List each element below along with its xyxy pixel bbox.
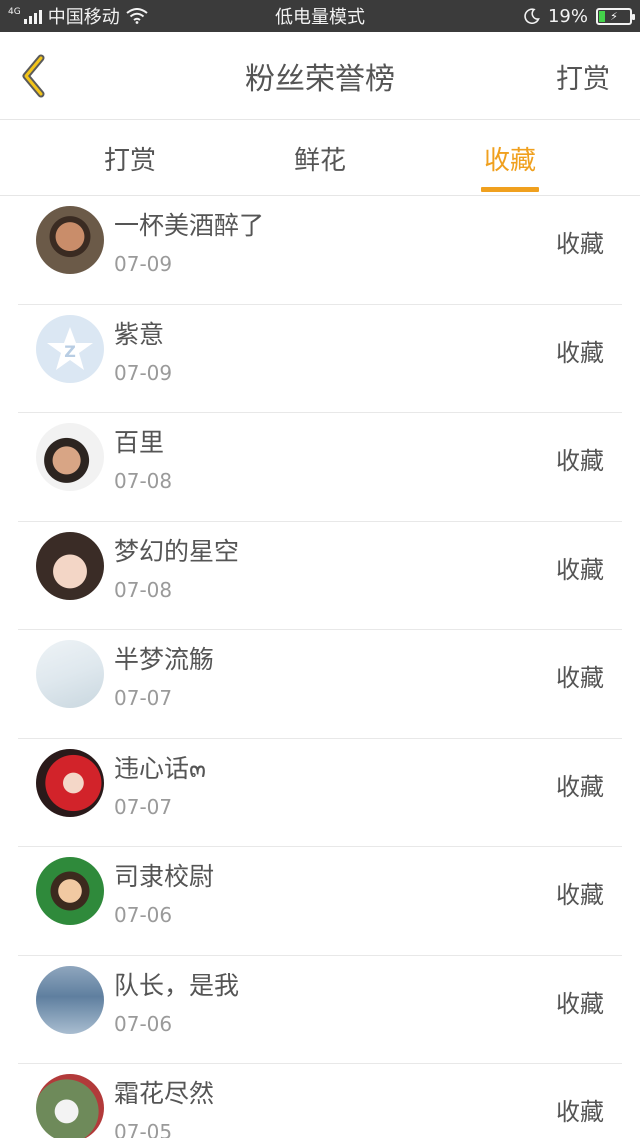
list-item[interactable]: 梦幻的星空 07-08 收藏	[0, 522, 640, 631]
action-label: 收藏	[556, 338, 604, 367]
favorite-date: 07-09	[114, 360, 173, 385]
user-name: 半梦流觞	[114, 645, 215, 674]
status-bar-right: 19% ⚡	[524, 0, 635, 32]
action-label: 收藏	[556, 555, 604, 584]
tab-favorites[interactable]: 收藏	[450, 121, 570, 196]
action-label: 收藏	[556, 447, 604, 475]
svg-text:Z: Z	[64, 342, 76, 361]
action-label: 收藏	[556, 881, 604, 909]
tab-tips[interactable]: 打赏	[70, 121, 190, 196]
favorite-date: 07-06	[114, 1011, 173, 1036]
battery-charging-icon: ⚡	[596, 7, 635, 25]
tab-bar: 打赏 鲜花 收藏	[0, 121, 640, 196]
user-name: 梦幻的星空	[114, 536, 240, 566]
avatar[interactable]	[36, 423, 104, 491]
favorite-date: 07-07	[114, 686, 173, 710]
list-item[interactable]: 半梦流觞 07-07 收藏	[0, 630, 640, 739]
header-bar: 粉丝荣誉榜 打赏	[0, 32, 640, 120]
list-item[interactable]: Z 紫意 07-09 收藏	[0, 305, 640, 414]
list-item[interactable]: 队长，是我 07-06 收藏	[0, 956, 640, 1065]
page-title: 粉丝荣誉榜	[245, 62, 395, 97]
avatar[interactable]	[36, 857, 104, 925]
user-name: 司隶校尉	[114, 862, 215, 891]
avatar[interactable]	[36, 965, 104, 1034]
user-name: 队长，是我	[114, 970, 240, 1000]
favorite-date: 07-06	[114, 903, 173, 927]
tab-label: 鲜花	[293, 146, 346, 176]
active-tab-indicator	[481, 187, 539, 192]
list-item[interactable]: 霜花尽然 07-05 收藏	[0, 1064, 640, 1138]
avatar[interactable]	[36, 748, 104, 817]
default-avatar-star-icon: Z	[47, 326, 93, 370]
favorite-date: 07-05	[114, 1120, 173, 1138]
action-label: 收藏	[556, 989, 604, 1018]
favorite-date: 07-09	[114, 252, 173, 276]
avatar[interactable]: Z	[36, 314, 104, 383]
tip-button[interactable]: 打赏	[556, 32, 610, 120]
avatar[interactable]	[36, 640, 104, 708]
favorite-date: 07-07	[114, 794, 173, 819]
avatar[interactable]	[36, 206, 104, 274]
favorite-date: 07-08	[114, 469, 173, 493]
list-item[interactable]: 司隶校尉 07-06 收藏	[0, 847, 640, 956]
tab-label: 打赏	[103, 146, 156, 176]
action-label: 收藏	[556, 1098, 604, 1126]
favorite-date: 07-08	[114, 577, 173, 602]
fan-list: 一杯美酒醉了 07-09 收藏 Z 紫意 07-09 收藏 百里 07-08 收…	[0, 196, 640, 1138]
tab-label: 收藏	[483, 146, 536, 176]
status-bar: 4G 中国移动 低电量模式 19% ⚡	[0, 0, 640, 32]
user-name: 霜花尽然	[114, 1079, 215, 1108]
moon-icon	[524, 8, 540, 24]
list-item[interactable]: 违心话๓ 07-07 收藏	[0, 739, 640, 848]
action-label: 收藏	[556, 664, 604, 692]
user-name: 违心话๓	[114, 753, 207, 783]
tab-flowers[interactable]: 鲜花	[260, 121, 380, 196]
action-label: 收藏	[556, 230, 604, 258]
list-item[interactable]: 百里 07-08 收藏	[0, 413, 640, 522]
avatar[interactable]	[36, 1074, 104, 1138]
action-label: 收藏	[556, 772, 604, 801]
user-name: 一杯美酒醉了	[114, 211, 265, 240]
user-name: 百里	[114, 428, 165, 457]
bolt-icon: ⚡	[610, 9, 618, 23]
list-item[interactable]: 一杯美酒醉了 07-09 收藏	[0, 196, 640, 305]
user-name: 紫意	[114, 319, 165, 349]
avatar[interactable]	[36, 531, 104, 600]
battery-percent: 19%	[547, 5, 588, 27]
